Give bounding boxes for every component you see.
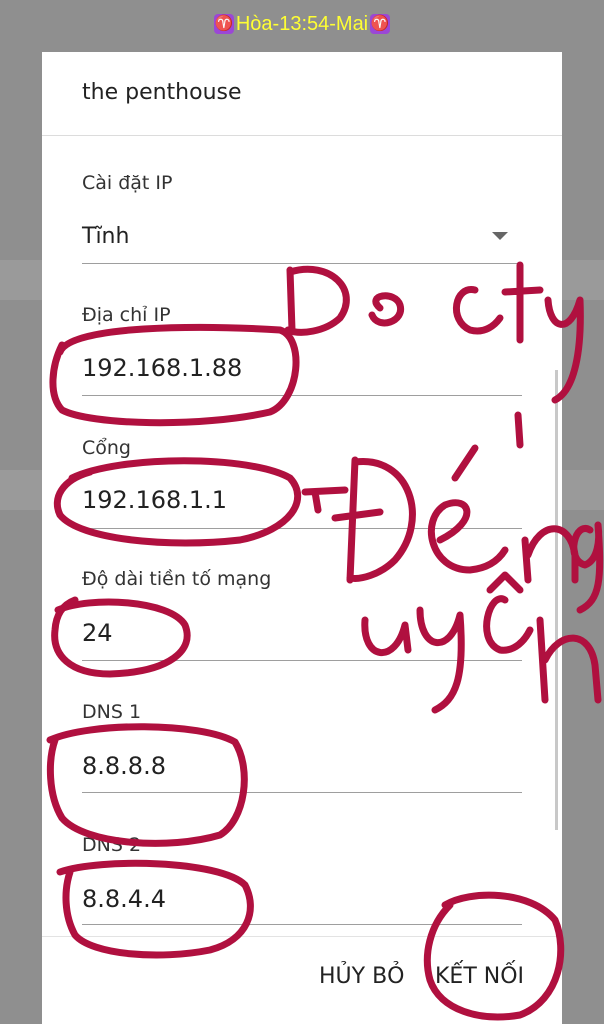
chevron-down-icon (492, 232, 508, 240)
prefix-length-underline (82, 660, 522, 661)
wifi-config-dialog: the penthouse Cài đặt IP Tĩnh Địa chỉ IP… (42, 52, 562, 1024)
dns2-label: DNS 2 (82, 834, 142, 856)
ip-settings-value: Tĩnh (82, 224, 130, 249)
gateway-label: Cổng (82, 437, 131, 459)
dns1-underline (82, 792, 522, 793)
button-bar-divider (42, 936, 562, 937)
aries-icon-right: ♈ (370, 14, 391, 34)
ip-address-label: Địa chỉ IP (82, 304, 171, 326)
dns1-label: DNS 1 (82, 701, 142, 723)
prefix-length-input[interactable]: 24 (82, 619, 113, 647)
dns2-input[interactable]: 8.8.4.4 (82, 885, 166, 913)
gateway-underline (82, 528, 522, 529)
connect-button[interactable]: KẾT NỐI (435, 964, 524, 989)
status-text-group: ♈ Hòa-13:54-Mai ♈ (213, 12, 391, 36)
dns1-input[interactable]: 8.8.8.8 (82, 752, 166, 780)
aries-icon: ♈ (213, 14, 234, 34)
title-divider (42, 135, 562, 136)
gateway-input[interactable]: 192.168.1.1 (82, 486, 227, 514)
ip-settings-underline (82, 263, 522, 264)
dns2-underline (82, 924, 522, 925)
status-text: Hòa-13:54-Mai (235, 12, 369, 35)
dialog-title: the penthouse (82, 80, 242, 105)
ip-settings-label: Cài đặt IP (82, 172, 173, 194)
cancel-button[interactable]: HỦY BỎ (319, 964, 405, 989)
ip-settings-dropdown[interactable]: Tĩnh (82, 212, 522, 264)
ip-address-underline (82, 395, 522, 396)
scrollbar[interactable] (555, 370, 558, 830)
prefix-length-label: Độ dài tiền tố mạng (82, 568, 272, 590)
status-bar: ♈ Hòa-13:54-Mai ♈ (0, 0, 604, 48)
ip-address-input[interactable]: 192.168.1.88 (82, 354, 242, 382)
